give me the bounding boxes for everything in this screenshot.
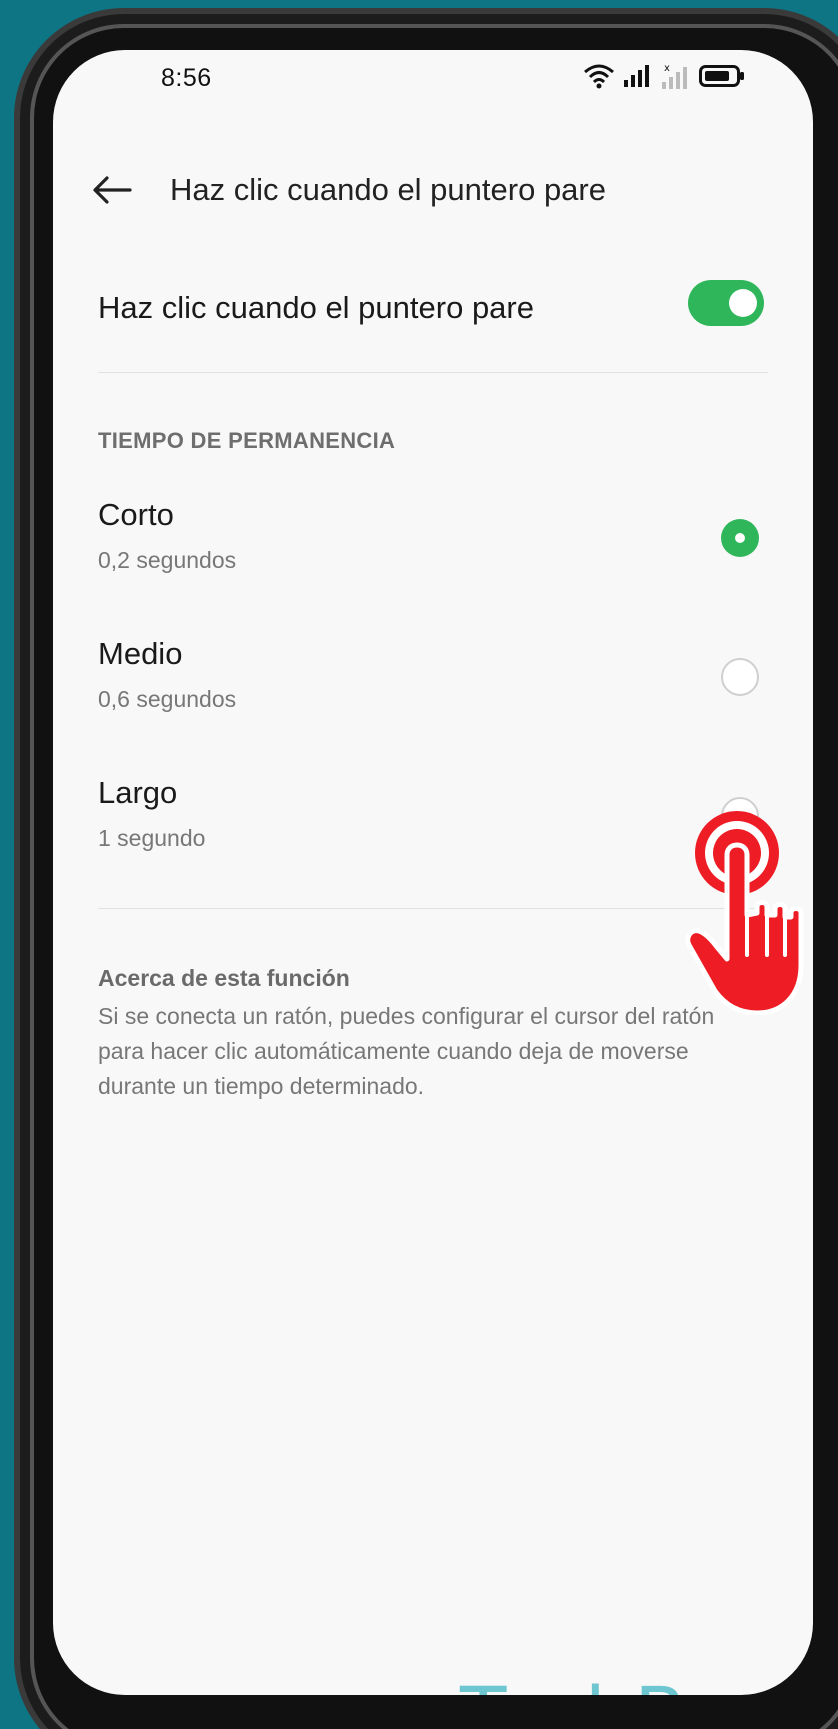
option-title: Largo bbox=[98, 775, 178, 810]
divider bbox=[98, 908, 768, 909]
auto-click-switch[interactable] bbox=[688, 280, 764, 326]
dwell-option-short[interactable]: Corto 0,2 segundos bbox=[53, 497, 813, 617]
status-icons: x bbox=[583, 62, 745, 90]
arrow-left-icon bbox=[93, 176, 132, 204]
radio-medium[interactable] bbox=[721, 658, 759, 696]
status-time: 8:56 bbox=[161, 64, 212, 92]
signal-icon bbox=[624, 65, 649, 87]
option-title: Medio bbox=[98, 636, 183, 671]
option-subtitle: 0,6 segundos bbox=[98, 686, 237, 712]
radio-short[interactable] bbox=[721, 519, 759, 557]
switch-knob bbox=[729, 289, 757, 317]
auto-click-toggle-row[interactable]: Haz clic cuando el puntero pare bbox=[53, 272, 813, 352]
option-subtitle: 0,2 segundos bbox=[98, 547, 237, 573]
tap-hand-icon bbox=[685, 811, 804, 1015]
dwell-option-medium[interactable]: Medio 0,6 segundos bbox=[53, 636, 813, 756]
app-bar: Haz clic cuando el puntero pare bbox=[53, 150, 813, 230]
wifi-icon bbox=[584, 64, 614, 89]
option-title: Corto bbox=[98, 497, 174, 532]
about-description: Si se conecta un ratón, puedes configura… bbox=[98, 1003, 715, 1099]
page-title: Haz clic cuando el puntero pare bbox=[170, 172, 606, 207]
toggle-label: Haz clic cuando el puntero pare bbox=[98, 290, 534, 325]
techbone-watermark: TechBone bbox=[460, 1670, 813, 1695]
svg-text:x: x bbox=[664, 63, 670, 74]
section-header-dwell-time: TIEMPO DE PERMANENCIA bbox=[98, 428, 396, 453]
signal-no-sim-icon: x bbox=[662, 63, 687, 89]
option-subtitle: 1 segundo bbox=[98, 825, 206, 851]
back-button[interactable] bbox=[87, 168, 137, 212]
divider bbox=[98, 372, 768, 373]
status-bar: 8:56 x bbox=[53, 50, 813, 110]
about-title: Acerca de esta función bbox=[98, 965, 350, 991]
battery-icon bbox=[699, 65, 744, 87]
